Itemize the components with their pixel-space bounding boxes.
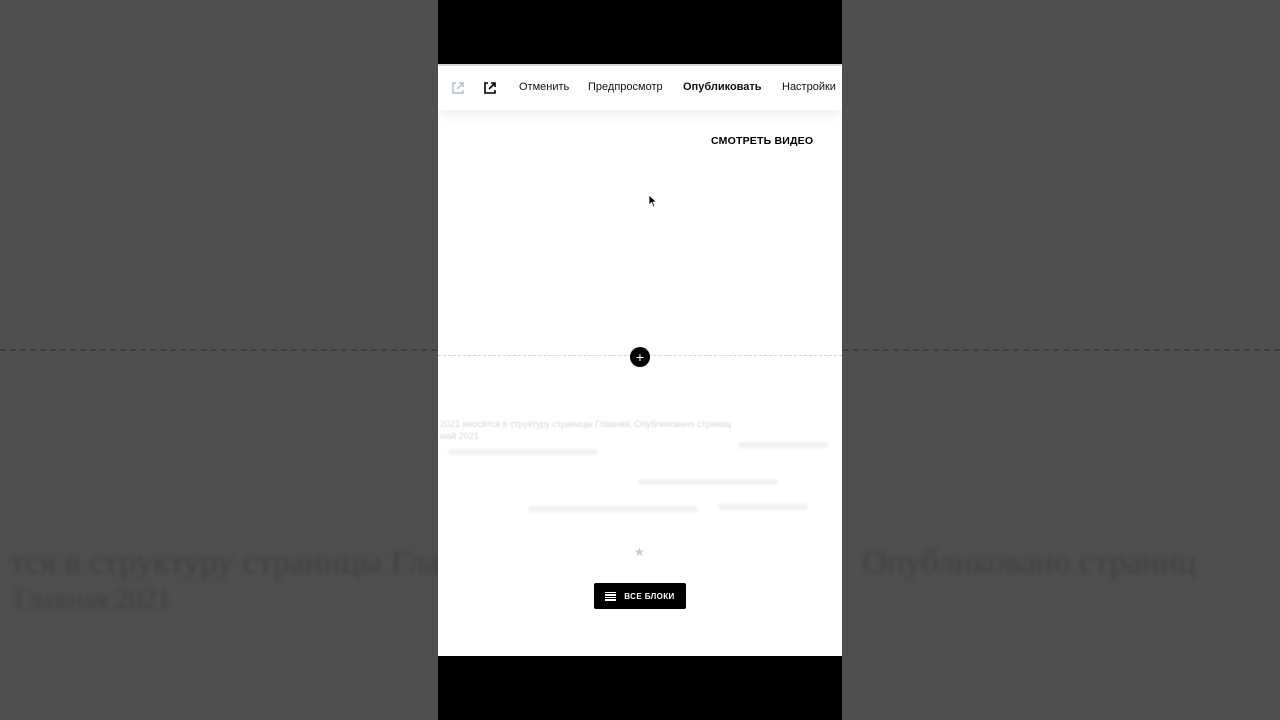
- settings-button[interactable]: Настройки: [782, 81, 836, 93]
- list-icon: [605, 591, 617, 601]
- editor-toolbar: Отменить Предпросмотр Опубликовать Настр…: [438, 66, 842, 110]
- all-blocks-button[interactable]: ВСЕ БЛОКИ: [594, 583, 686, 609]
- editor-canvas: Отменить Предпросмотр Опубликовать Настр…: [438, 64, 842, 656]
- external-link-icon[interactable]: [451, 81, 465, 95]
- publish-button[interactable]: Опубликовать: [683, 81, 762, 93]
- faint-bar: [638, 479, 778, 485]
- faint-text: 2021 вносятся в структуру страницы Главн…: [440, 419, 731, 429]
- mouse-cursor-icon: [648, 194, 658, 208]
- faint-bar: [718, 504, 808, 510]
- faint-text: май 2021: [440, 431, 479, 441]
- open-page-icon[interactable]: [483, 81, 497, 95]
- faint-bar: [738, 442, 828, 448]
- backdrop-text: Главная 2021: [14, 584, 171, 615]
- faint-bar: [448, 449, 598, 455]
- preview-button[interactable]: Предпросмотр: [588, 81, 663, 93]
- backdrop-text: тся в структуру страницы Главная: [10, 544, 506, 581]
- star-icon: ★: [634, 545, 645, 559]
- backdrop-text: Опубликовано страниц: [862, 544, 1197, 581]
- all-blocks-label: ВСЕ БЛОКИ: [624, 591, 675, 601]
- add-block-button[interactable]: +: [630, 347, 650, 367]
- faint-bar: [528, 506, 698, 512]
- watch-video-link[interactable]: СМОТРЕТЬ ВИДЕО: [711, 135, 813, 147]
- video-frame: Отменить Предпросмотр Опубликовать Настр…: [438, 0, 842, 720]
- undo-button[interactable]: Отменить: [519, 81, 569, 93]
